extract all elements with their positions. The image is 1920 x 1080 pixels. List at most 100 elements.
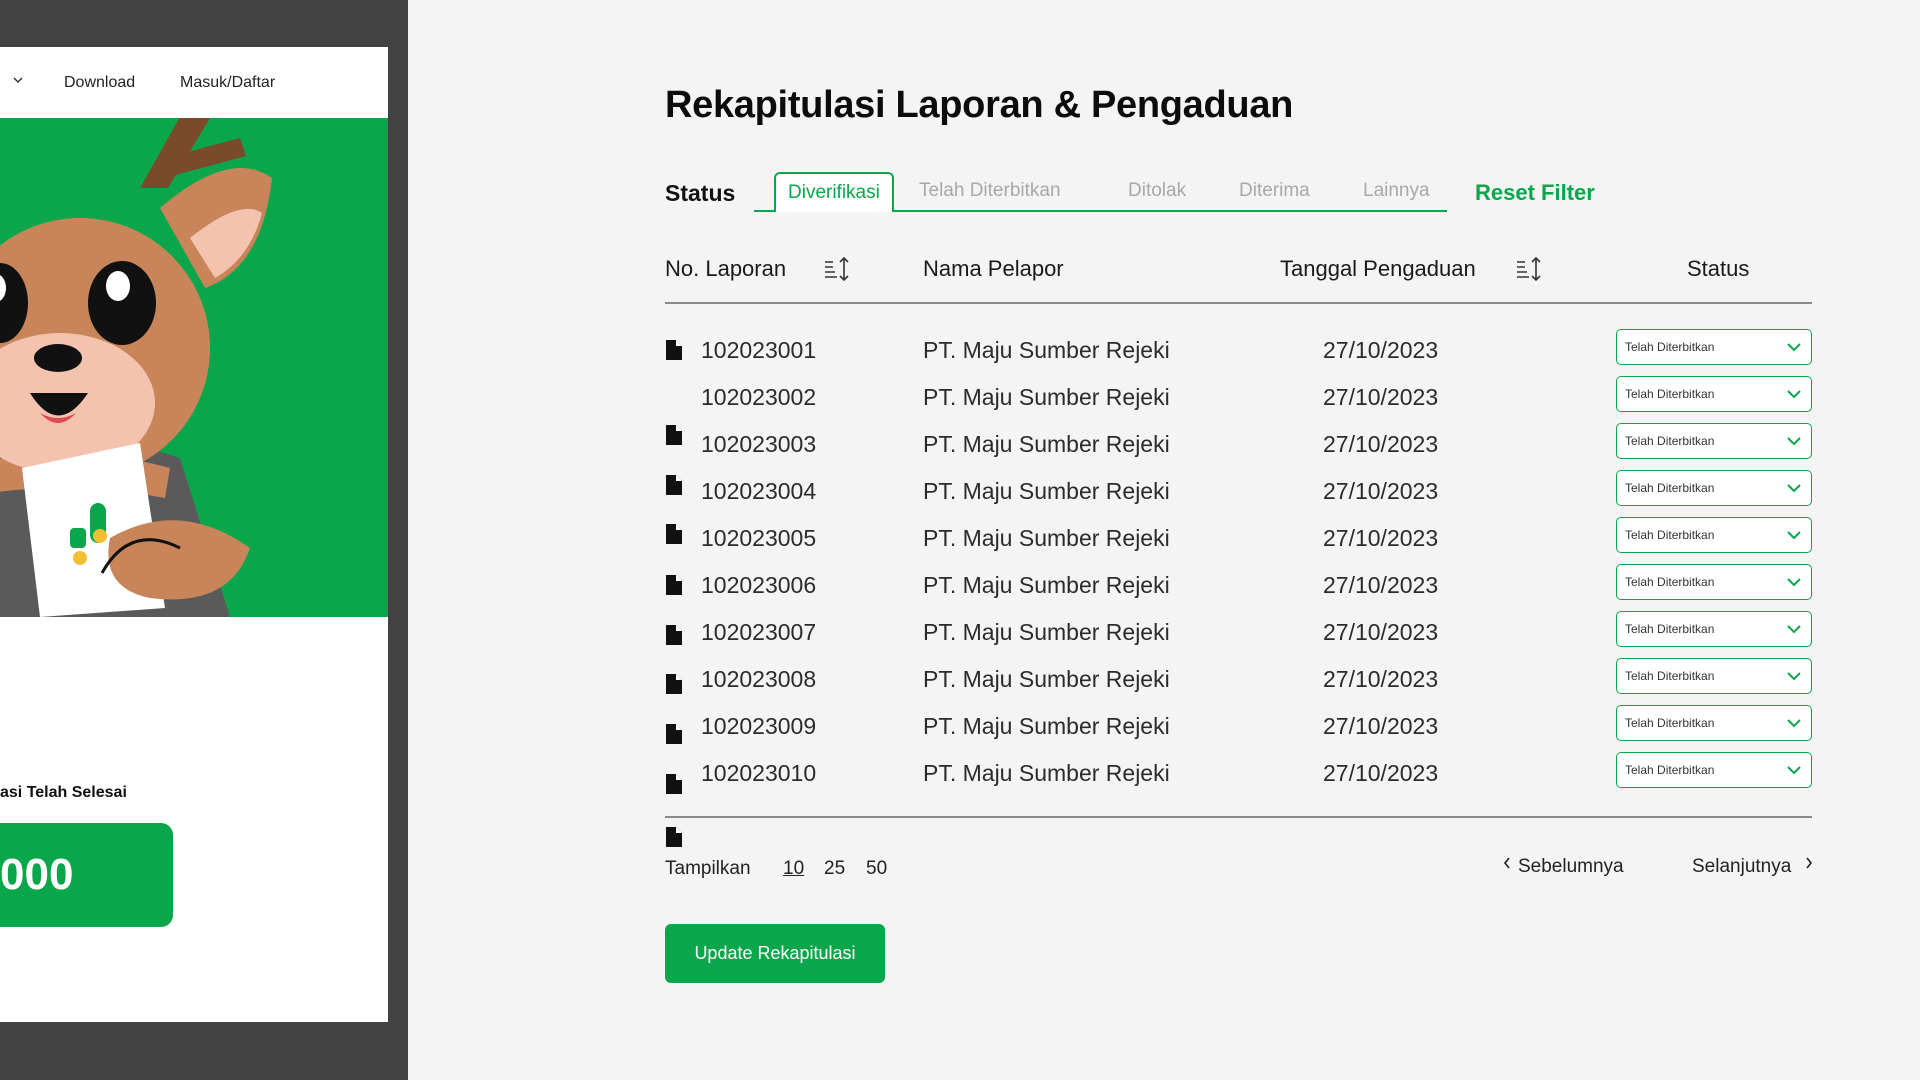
main-content: Rekapitulasi Laporan & Pengaduan Status … <box>408 0 1920 1080</box>
status-dropdown[interactable]: Telah Diterbitkan <box>1616 564 1812 600</box>
table-row[interactable]: 102023009 PT. Maju Sumber Rejeki 27/10/2… <box>665 705 1812 753</box>
document-icon[interactable] <box>665 339 683 361</box>
cell-complaint-date: 27/10/2023 <box>1323 572 1439 598</box>
status-dropdown[interactable]: Telah Diterbitkan <box>1616 376 1812 412</box>
cell-complaint-date: 27/10/2023 <box>1323 713 1439 739</box>
cell-complaint-date: 27/10/2023 <box>1323 337 1439 363</box>
chevron-down-icon <box>1787 578 1801 587</box>
cell-reporter-name: PT. Maju Sumber Rejeki <box>923 713 1170 739</box>
table-header: No. Laporan Nama Pelapor Tanggal Pengadu… <box>665 256 1812 304</box>
sort-icon[interactable] <box>823 256 853 282</box>
chevron-left-icon <box>1503 857 1510 869</box>
header-tanggal-pengaduan: Tanggal Pengaduan <box>1280 256 1476 281</box>
document-icon[interactable] <box>665 523 683 545</box>
chevron-down-icon[interactable] <box>11 73 25 87</box>
sort-icon[interactable] <box>1515 256 1545 282</box>
cell-report-number: 102023002 <box>701 384 817 410</box>
chevron-down-icon <box>1787 719 1801 728</box>
tab-diverifikasi[interactable]: Diverifikasi <box>774 172 894 212</box>
next-page-button[interactable]: Selanjutnya <box>1692 856 1813 878</box>
header-no-laporan: No. Laporan <box>665 256 787 281</box>
status-dropdown[interactable]: Telah Diterbitkan <box>1616 329 1812 365</box>
cell-reporter-name: PT. Maju Sumber Rejeki <box>923 666 1170 692</box>
table-row[interactable]: 102023004 PT. Maju Sumber Rejeki 27/10/2… <box>665 470 1812 518</box>
status-dropdown[interactable]: Telah Diterbitkan <box>1616 658 1812 694</box>
cell-reporter-name: PT. Maju Sumber Rejeki <box>923 337 1170 363</box>
document-icon[interactable] <box>665 574 683 596</box>
tab-diterima[interactable]: Diterima <box>1239 180 1310 202</box>
status-dropdown[interactable]: Telah Diterbitkan <box>1616 517 1812 553</box>
reset-filter-button[interactable]: Reset Filter <box>1475 180 1595 206</box>
status-filter-tabs: Diverifikasi Telah Diterbitkan Ditolak D… <box>754 172 1447 212</box>
table-row[interactable]: 102023006 PT. Maju Sumber Rejeki 27/10/2… <box>665 564 1812 612</box>
cell-complaint-date: 27/10/2023 <box>1323 384 1439 410</box>
cell-report-number: 102023010 <box>701 760 817 786</box>
completed-reports-counter: 000 <box>0 823 173 927</box>
status-dropdown-value: Telah Diterbitkan <box>1625 716 1715 730</box>
status-dropdown[interactable]: Telah Diterbitkan <box>1616 470 1812 506</box>
tab-lainnya[interactable]: Lainnya <box>1363 180 1430 202</box>
cell-report-number: 102023004 <box>701 478 817 504</box>
cell-report-number: 102023007 <box>701 619 817 645</box>
filter-status-label: Status <box>665 180 736 206</box>
cell-report-number: 102023005 <box>701 525 817 551</box>
document-icon[interactable] <box>665 673 683 695</box>
page-size-10[interactable]: 10 <box>783 858 804 880</box>
tab-ditolak[interactable]: Ditolak <box>1128 180 1186 202</box>
table-row[interactable]: 102023002 PT. Maju Sumber Rejeki 27/10/2… <box>665 376 1812 424</box>
header-nama-pelapor: Nama Pelapor <box>923 256 1064 281</box>
table-divider <box>665 816 1812 818</box>
table-row[interactable]: 102023005 PT. Maju Sumber Rejeki 27/10/2… <box>665 517 1812 565</box>
page-title: Rekapitulasi Laporan & Pengaduan <box>665 84 1294 126</box>
status-dropdown-value: Telah Diterbitkan <box>1625 622 1715 636</box>
document-icon[interactable] <box>665 773 683 795</box>
deer-mascot-illustration <box>0 118 272 617</box>
left-background-panel: Download Masuk/Daftar asi Telah Selesai … <box>0 0 408 1080</box>
document-icon[interactable] <box>665 474 683 496</box>
cell-complaint-date: 27/10/2023 <box>1323 760 1439 786</box>
status-dropdown[interactable]: Telah Diterbitkan <box>1616 611 1812 647</box>
update-recap-button[interactable]: Update Rekapitulasi <box>665 924 885 983</box>
chevron-right-icon <box>1806 857 1813 869</box>
status-dropdown-value: Telah Diterbitkan <box>1625 669 1715 683</box>
document-icon[interactable] <box>665 624 683 646</box>
header-status: Status <box>1687 256 1750 281</box>
nav-download-link[interactable]: Download <box>64 74 135 92</box>
cell-complaint-date: 27/10/2023 <box>1323 666 1439 692</box>
cell-complaint-date: 27/10/2023 <box>1323 431 1439 457</box>
previous-page-button[interactable]: Sebelumnya <box>1503 856 1624 878</box>
tab-telah-diterbitkan[interactable]: Telah Diterbitkan <box>919 180 1061 202</box>
table-row[interactable]: 102023003 PT. Maju Sumber Rejeki 27/10/2… <box>665 423 1812 471</box>
status-dropdown[interactable]: Telah Diterbitkan <box>1616 423 1812 459</box>
chevron-down-icon <box>1787 766 1801 775</box>
status-dropdown-value: Telah Diterbitkan <box>1625 575 1715 589</box>
table-row[interactable]: 102023008 PT. Maju Sumber Rejeki 27/10/2… <box>665 658 1812 706</box>
cell-complaint-date: 27/10/2023 <box>1323 619 1439 645</box>
status-dropdown-value: Telah Diterbitkan <box>1625 763 1715 777</box>
status-dropdown-value: Telah Diterbitkan <box>1625 528 1715 542</box>
nav-login-link[interactable]: Masuk/Daftar <box>180 74 275 92</box>
document-icon[interactable] <box>665 424 683 446</box>
cell-reporter-name: PT. Maju Sumber Rejeki <box>923 572 1170 598</box>
cell-report-number: 102023003 <box>701 431 817 457</box>
chevron-down-icon <box>1787 531 1801 540</box>
status-dropdown-value: Telah Diterbitkan <box>1625 387 1715 401</box>
status-dropdown-value: Telah Diterbitkan <box>1625 340 1715 354</box>
top-navigation: Download Masuk/Daftar <box>0 47 388 118</box>
status-dropdown[interactable]: Telah Diterbitkan <box>1616 705 1812 741</box>
page-size-50[interactable]: 50 <box>866 858 887 880</box>
cell-report-number: 102023008 <box>701 666 817 692</box>
page-size-25[interactable]: 25 <box>824 858 845 880</box>
table-row[interactable]: 102023007 PT. Maju Sumber Rejeki 27/10/2… <box>665 611 1812 659</box>
cell-report-number: 102023001 <box>701 337 817 363</box>
document-icon[interactable] <box>665 826 683 848</box>
document-icon[interactable] <box>665 723 683 745</box>
status-dropdown[interactable]: Telah Diterbitkan <box>1616 752 1812 788</box>
status-dropdown-value: Telah Diterbitkan <box>1625 481 1715 495</box>
cell-complaint-date: 27/10/2023 <box>1323 478 1439 504</box>
table-row[interactable]: 102023010 PT. Maju Sumber Rejeki 27/10/2… <box>665 752 1812 800</box>
cell-reporter-name: PT. Maju Sumber Rejeki <box>923 760 1170 786</box>
chevron-down-icon <box>1787 672 1801 681</box>
table-row[interactable]: 102023001 PT. Maju Sumber Rejeki 27/10/2… <box>665 329 1812 377</box>
next-page-label: Selanjutnya <box>1692 856 1792 877</box>
